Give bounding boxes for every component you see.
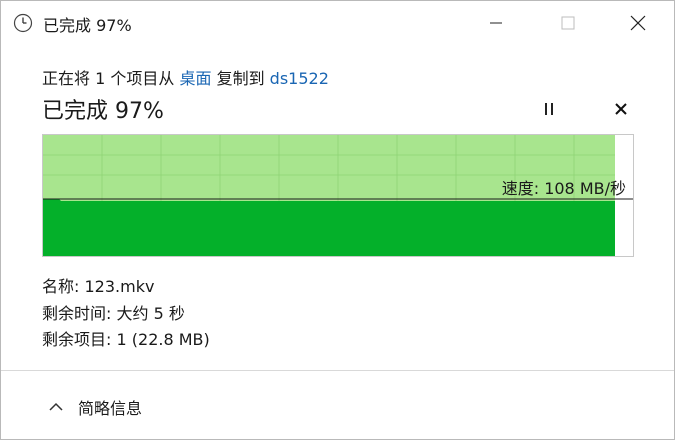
detail-name: 名称: 123.mkv [42,274,210,301]
maximize-button[interactable] [538,1,598,45]
clock-icon [13,13,33,33]
fewer-details-label: 简略信息 [78,399,143,418]
fewer-details-toggle[interactable]: 简略信息 [47,395,142,419]
name-label: 名称: [42,277,80,296]
source-link[interactable]: 桌面 [179,69,211,88]
minimize-button[interactable] [466,1,526,45]
speed-area [43,199,615,256]
minimize-icon [490,22,502,24]
transfer-details: 名称: 123.mkv 剩余时间: 大约 5 秒 剩余项目: 1 (22.8 M… [42,274,210,354]
footer: 简略信息 [1,371,674,439]
detail-items: 剩余项目: 1 (22.8 MB) [42,327,210,354]
maximize-icon [561,16,575,30]
cancel-copy-button[interactable] [607,97,635,121]
progress-heading: 已完成 97% [42,99,164,124]
speed-label: 速度: 108 MB/秒 [501,179,626,198]
close-button[interactable] [608,1,668,45]
window-title: 已完成 97% [43,16,132,35]
destination-link[interactable]: ds1522 [270,69,329,88]
time-label: 剩余时间: [42,303,112,323]
name-value: 123.mkv [84,277,155,296]
transfer-speed-graph: 速度: 108 MB/秒 [42,134,634,257]
transfer-middle: 复制到 [216,69,265,88]
chevron-up-icon [49,402,63,411]
detail-time: 剩余时间: 大约 5 秒 [42,301,210,328]
close-icon [630,15,646,31]
transfer-prefix: 正在将 1 个项目从 [42,69,175,88]
transfer-description: 正在将 1 个项目从 桌面 复制到 ds1522 [42,65,329,89]
time-value: 大约 5 秒 [116,303,185,323]
pause-icon [545,103,553,115]
items-value: 1 (22.8 MB) [116,330,210,349]
stop-icon [615,103,627,115]
title-bar[interactable]: 已完成 97% [1,1,674,45]
pause-button[interactable] [535,97,563,121]
copy-progress-window: 已完成 97% 正在将 1 个项目从 桌面 复制到 ds1522 已完成 97% [0,0,675,440]
items-label: 剩余项目: [42,330,112,349]
